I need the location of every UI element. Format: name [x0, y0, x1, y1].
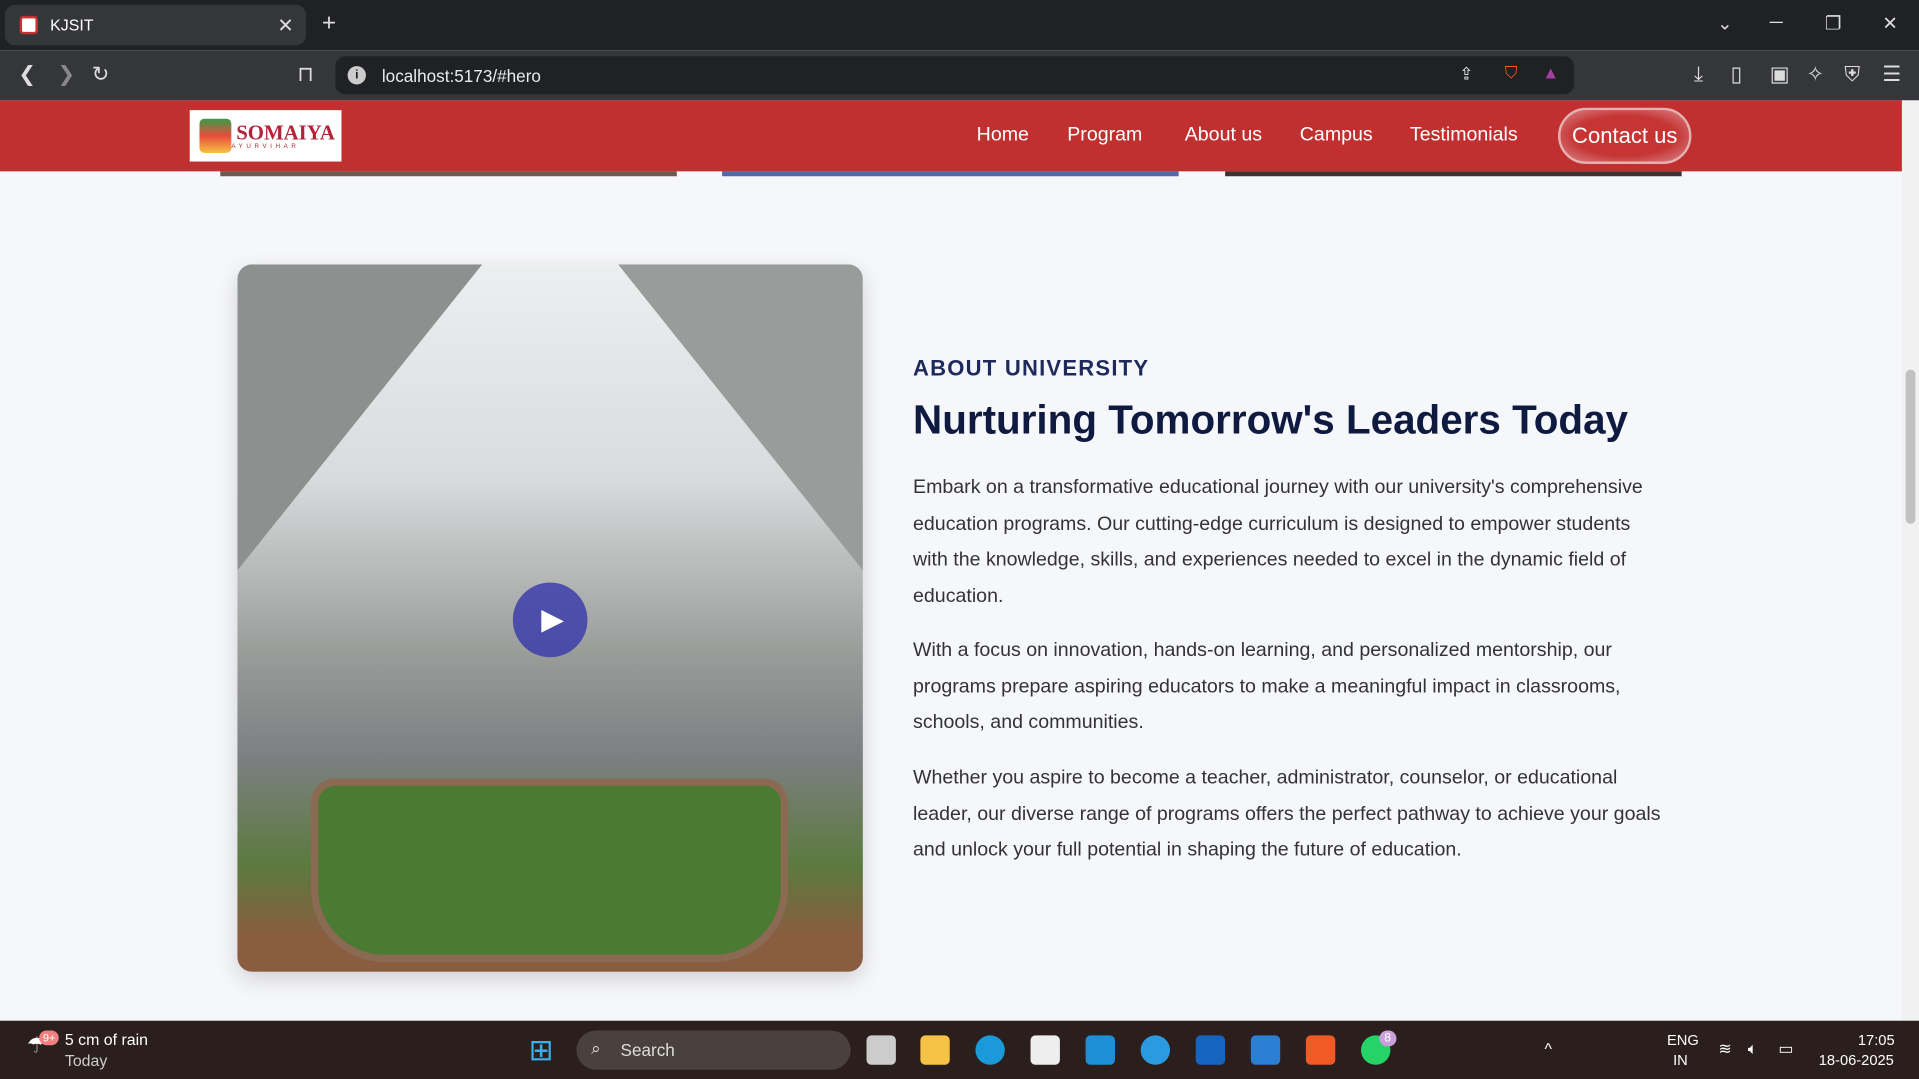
start-icon[interactable]: ⊞ [529, 1033, 554, 1068]
logo-cross-icon [199, 118, 232, 153]
tab-strip: KJSIT ✕ + ⌄ ─ ❐ ✕ [0, 0, 1919, 51]
back-icon[interactable]: ❮ [18, 62, 35, 86]
region[interactable]: IN [1673, 1051, 1688, 1068]
store-icon[interactable] [1030, 1035, 1060, 1065]
about-paragraph: Embark on a transformative educational j… [913, 477, 1643, 607]
nav-program[interactable]: Program [1067, 125, 1142, 147]
edge-icon[interactable] [975, 1035, 1005, 1065]
weather-text[interactable]: 5 cm of rain [65, 1031, 148, 1049]
card-edge [220, 171, 677, 177]
task-view-icon[interactable] [866, 1035, 896, 1065]
taskbar-search[interactable]: ⌕ Search [576, 1030, 851, 1070]
outlook-icon[interactable] [1195, 1035, 1226, 1065]
scrollbar-thumb[interactable] [1905, 369, 1916, 524]
minimize-icon[interactable]: ─ [1770, 12, 1783, 33]
reload-icon[interactable]: ↻ [92, 62, 109, 86]
page-scrollbar[interactable] [1901, 100, 1919, 1021]
section-kicker: ABOUT UNIVERSITY [913, 356, 1150, 381]
clock-date[interactable]: 18-06-2025 [1819, 1051, 1894, 1068]
share-icon[interactable]: ⇪ [1459, 64, 1473, 85]
card-edge [722, 171, 1179, 177]
tray-chevron-icon[interactable]: ^ [1545, 1039, 1552, 1057]
close-window-icon[interactable]: ✕ [1882, 12, 1897, 34]
somaiya-logo[interactable]: SOMAIYA AYURVIHAR [189, 110, 342, 162]
clock-time[interactable]: 17:05 [1858, 1032, 1895, 1049]
sidebar-icon[interactable]: ▯ [1731, 62, 1742, 86]
address-bar[interactable]: i localhost:5173/#hero ⇪ ⛉ ▲ [335, 56, 1574, 95]
url-text: localhost:5173/#hero [381, 65, 541, 86]
restore-icon[interactable]: ❐ [1825, 12, 1841, 34]
myhp-icon[interactable] [1085, 1035, 1115, 1065]
nav-campus[interactable]: Campus [1300, 125, 1373, 147]
brave-icon[interactable] [1305, 1035, 1336, 1065]
volume-icon[interactable]: 🔈︎ [1748, 1039, 1758, 1059]
brave-shield-icon[interactable]: ⛉ [1505, 62, 1518, 83]
search-label: Search [620, 1040, 675, 1060]
favicon-icon [19, 15, 38, 35]
rewards-icon[interactable]: ▲ [1542, 62, 1559, 82]
about-paragraph: With a focus on innovation, hands-on lea… [913, 640, 1621, 734]
browser-toolbar: ❮ ❯ ↻ ⊓ i localhost:5173/#hero ⇪ ⛉ ▲ ⤓ ▯ … [0, 50, 1919, 101]
nav-home[interactable]: Home [977, 125, 1029, 147]
whatsapp-badge: 8 [1379, 1030, 1396, 1047]
menu-icon[interactable]: ☰ [1882, 62, 1901, 86]
forward-icon[interactable]: ❯ [58, 62, 75, 86]
card-edge [1225, 171, 1682, 177]
windows-taskbar: ☂ 9+ 5 cm of rain Today ⊞ ⌕ Search 8 ^ EN… [0, 1020, 1919, 1079]
contact-button[interactable]: Contact us [1558, 107, 1692, 165]
play-icon[interactable]: ▶ [512, 582, 588, 658]
help-icon[interactable] [1140, 1035, 1171, 1065]
site-info-icon[interactable]: i [347, 66, 366, 85]
site-navbar: SOMAIYA AYURVIHAR Home Program About us C… [0, 100, 1902, 172]
new-tab-icon[interactable]: + [322, 10, 336, 38]
file-explorer-icon[interactable] [920, 1035, 950, 1065]
campus-video-thumbnail[interactable]: ▶ [237, 264, 863, 972]
bookmark-icon[interactable]: ⊓ [297, 62, 313, 86]
close-tab-icon[interactable]: ✕ [277, 13, 293, 37]
about-paragraph: Whether you aspire to become a teacher, … [913, 767, 1661, 861]
vscode-icon[interactable] [1250, 1035, 1281, 1065]
vpn-icon[interactable]: ⛨ [1844, 62, 1860, 86]
tab-search-icon[interactable]: ⌄ [1717, 12, 1732, 34]
browser-tab[interactable]: KJSIT ✕ [4, 4, 306, 46]
battery-icon[interactable]: ▭ [1778, 1039, 1793, 1059]
leo-icon[interactable]: ✧ [1806, 62, 1823, 86]
weather-sub: Today [64, 1051, 108, 1070]
section-title: Nurturing Tomorrow's Leaders Today [913, 396, 1629, 442]
language[interactable]: ENG [1667, 1032, 1699, 1049]
downloads-icon[interactable]: ⤓ [1694, 62, 1703, 86]
nav-about[interactable]: About us [1185, 125, 1262, 147]
search-icon: ⌕ [591, 1037, 601, 1058]
weather-badge: 9+ [39, 1030, 60, 1046]
wallet-icon[interactable]: ▣ [1770, 62, 1790, 86]
tab-title: KJSIT [50, 15, 94, 35]
wifi-icon[interactable]: ≋ [1718, 1039, 1731, 1059]
nav-testimonials[interactable]: Testimonials [1410, 125, 1518, 147]
